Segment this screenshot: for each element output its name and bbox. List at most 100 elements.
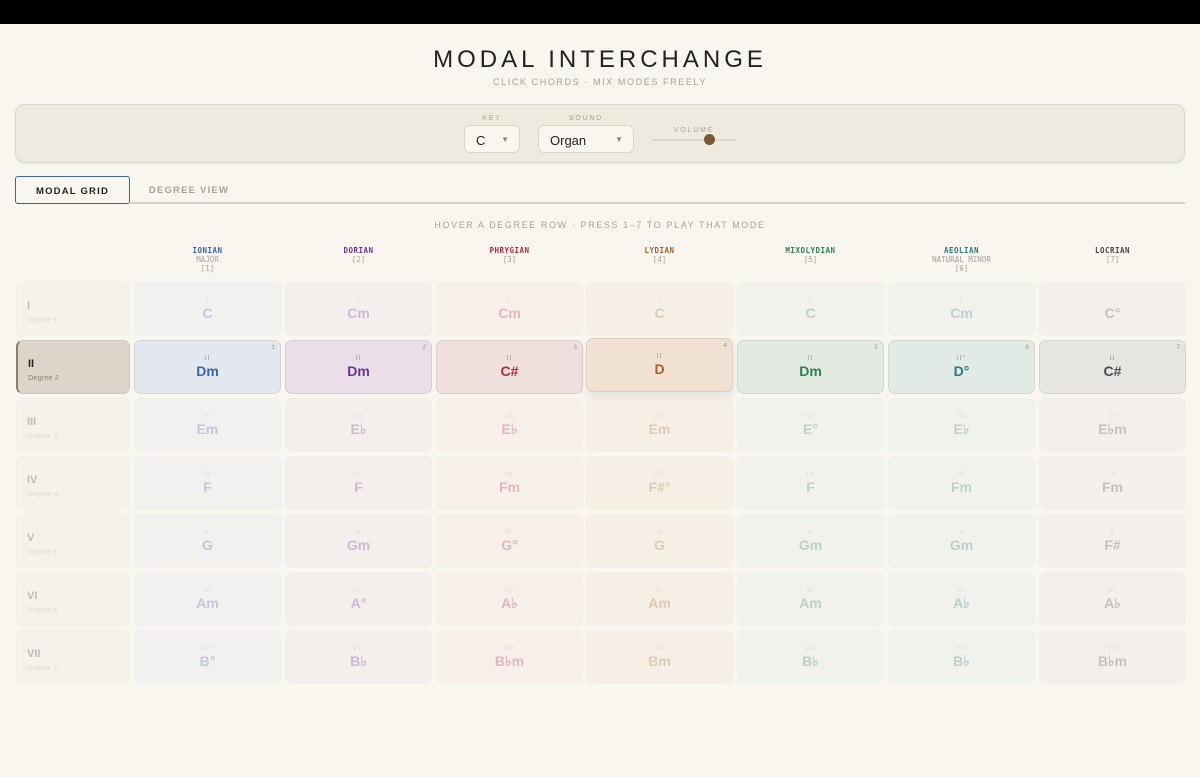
chord-cell[interactable]: VI Am — [134, 572, 281, 626]
chord-numeral: VI — [505, 587, 514, 594]
chord-cell[interactable]: IV Fm — [888, 456, 1035, 510]
degree-row-label[interactable]: VI Degree 6 — [16, 572, 130, 626]
chord-cell[interactable]: IV Fm — [436, 456, 583, 510]
chord-name: C# — [1103, 363, 1122, 379]
chord-cell[interactable]: I Cm — [888, 282, 1035, 336]
chord-cell[interactable]: V F# — [1039, 514, 1186, 568]
mode-header-locrian[interactable]: LOCRIAN [7] — [1039, 246, 1186, 264]
mode-header-dorian[interactable]: DORIAN [2] — [285, 246, 432, 264]
chord-numeral: II — [1109, 355, 1116, 362]
chord-cell[interactable]: VII B♭m — [436, 630, 583, 684]
volume-slider[interactable] — [652, 134, 736, 145]
chord-cell[interactable]: I Cm — [285, 282, 432, 336]
chord-cell[interactable]: 2 II Dm — [285, 340, 432, 394]
chord-cell[interactable]: IC — [586, 282, 733, 336]
mode-header-mixolydian[interactable]: MIXOLYDIAN [5] — [737, 246, 884, 264]
chord-cell[interactable]: IV F — [285, 456, 432, 510]
chord-numeral: IV — [1108, 471, 1117, 478]
chord-numeral: VII — [352, 645, 365, 652]
chord-name: Gm — [346, 537, 371, 553]
chord-numeral: III — [655, 413, 664, 420]
chord-cell[interactable]: VI Am — [586, 572, 733, 626]
degree-name: Degree 4 — [27, 489, 58, 498]
chord-cell[interactable]: V Gm — [285, 514, 432, 568]
chord-cell[interactable]: I Cm — [436, 282, 583, 336]
tab-modal-grid[interactable]: MODAL GRID — [15, 176, 130, 204]
chord-cell[interactable]: 4 II D — [586, 338, 733, 392]
chord-cell[interactable]: VI A♭ — [1039, 572, 1186, 626]
mode-header-aeolian[interactable]: AEOLIAN NATURAL MINOR [6] — [888, 246, 1035, 273]
chord-cell[interactable]: IV° F#° — [586, 456, 733, 510]
chord-cell[interactable]: VII B♭ — [737, 630, 884, 684]
chord-numeral: V — [355, 529, 362, 536]
degree-row-label[interactable]: IV Degree 4 — [16, 456, 130, 510]
chord-numeral: VI — [655, 587, 664, 594]
chord-cell[interactable]: VII B♭ — [888, 630, 1035, 684]
chord-numeral: VII — [1106, 645, 1119, 652]
mode-index: [7] — [1105, 255, 1120, 264]
chord-cell[interactable]: VI A♭ — [888, 572, 1035, 626]
chord-cell[interactable]: III Em — [586, 398, 733, 452]
chord-cell[interactable]: III E♭m — [1039, 398, 1186, 452]
chord-cell[interactable]: IC — [737, 282, 884, 336]
chord-cell[interactable]: VII B♭ — [285, 630, 432, 684]
chord-cell[interactable]: III Em — [134, 398, 281, 452]
degree-name: Degree 6 — [27, 605, 58, 614]
chord-numeral: VII — [804, 645, 817, 652]
chord-cell[interactable]: IC — [134, 282, 281, 336]
chord-cell[interactable]: VI Am — [737, 572, 884, 626]
chord-cell[interactable]: VI° A° — [285, 572, 432, 626]
mode-header-lydian[interactable]: LYDIAN [4] — [586, 246, 733, 264]
hint-text: HOVER A DEGREE ROW · PRESS 1–7 TO PLAY T… — [434, 220, 766, 230]
chevron-down-icon: ▼ — [615, 135, 623, 144]
degree-row-label[interactable]: III Degree 3 — [16, 398, 130, 452]
chord-numeral: III° — [804, 413, 817, 420]
chord-cell[interactable]: III E♭ — [285, 398, 432, 452]
chord-numeral: IV — [505, 471, 514, 478]
chord-numeral: I — [658, 297, 661, 304]
tab-degree-view[interactable]: DEGREE VIEW — [134, 176, 244, 204]
chord-name: Am — [648, 595, 671, 611]
chord-cell[interactable]: III° E° — [737, 398, 884, 452]
chord-cell[interactable]: IV F — [737, 456, 884, 510]
chord-cell[interactable]: IV Fm — [1039, 456, 1186, 510]
sound-select[interactable]: Organ ▼ — [538, 125, 634, 153]
chord-name: B♭m — [494, 653, 525, 669]
key-select[interactable]: C ▼ — [464, 125, 520, 153]
chord-cell[interactable]: VII Bm — [586, 630, 733, 684]
chord-cell[interactable]: 5 II Dm — [737, 340, 884, 394]
mode-header-phrygian[interactable]: PHRYGIAN [3] — [436, 246, 583, 264]
chord-name: C — [805, 305, 816, 321]
chord-cell[interactable]: IV F — [134, 456, 281, 510]
chord-cell[interactable]: V Gm — [737, 514, 884, 568]
degree-name: Degree 2 — [28, 373, 59, 382]
degree-row-label[interactable]: I Degree 1 — [16, 282, 130, 336]
chord-cell[interactable]: III E♭ — [436, 398, 583, 452]
chord-cell[interactable]: V° G° — [436, 514, 583, 568]
chord-cell[interactable]: VII° B° — [134, 630, 281, 684]
chord-cell[interactable]: 6 II° D° — [888, 340, 1035, 394]
chord-cell[interactable]: VI A♭ — [436, 572, 583, 626]
degree-row-label[interactable]: VII Degree 7 — [16, 630, 130, 684]
mode-index: [6] — [954, 264, 969, 273]
chord-cell[interactable]: V Gm — [888, 514, 1035, 568]
chord-cell[interactable]: III E♭ — [888, 398, 1035, 452]
chord-numeral: VII — [653, 645, 666, 652]
mode-name: IONIAN — [192, 246, 223, 255]
chord-cell[interactable]: 1 II Dm — [134, 340, 281, 394]
mode-name: DORIAN — [343, 246, 374, 255]
chord-name: Fm — [951, 479, 972, 495]
degree-name: Degree 3 — [27, 431, 58, 440]
chord-cell[interactable]: I° C° — [1039, 282, 1186, 336]
chord-numeral: VI — [1108, 587, 1117, 594]
chord-cell[interactable]: 7 II C# — [1039, 340, 1186, 394]
chord-cell[interactable]: 3 II C# — [436, 340, 583, 394]
mode-alias: NATURAL MINOR — [932, 255, 991, 264]
chord-cell[interactable]: VG — [586, 514, 733, 568]
chord-cell[interactable]: VII B♭m — [1039, 630, 1186, 684]
degree-row-label[interactable]: II Degree 2 — [16, 340, 130, 394]
degree-row-label[interactable]: V Degree 5 — [16, 514, 130, 568]
mode-header-ionian[interactable]: IONIAN MAJOR [1] — [134, 246, 281, 273]
chord-cell[interactable]: VG — [134, 514, 281, 568]
chord-numeral: I — [960, 297, 963, 304]
